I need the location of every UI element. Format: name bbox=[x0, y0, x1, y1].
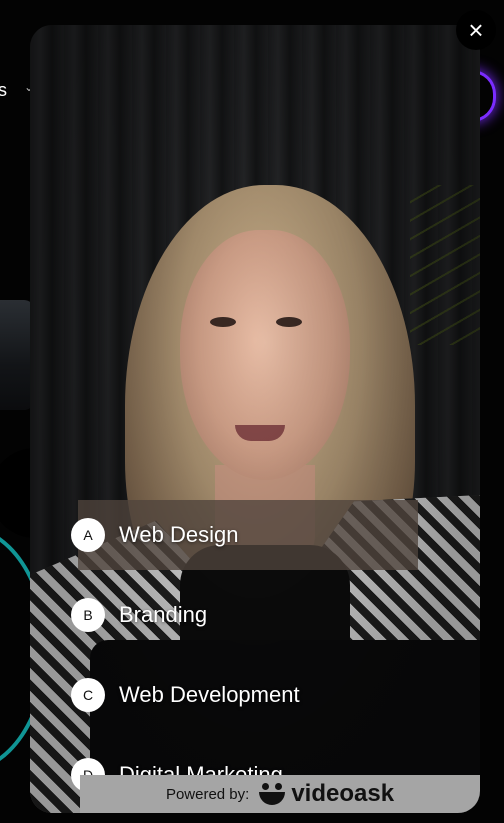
powered-by-label: Powered by: bbox=[165, 785, 250, 803]
choice-label: Web Development bbox=[119, 682, 300, 707]
powered-by-footer[interactable]: Powered by: videoask bbox=[80, 775, 480, 813]
choice-option-c[interactable]: C Web Development bbox=[30, 660, 480, 740]
choice-label: Branding bbox=[119, 602, 208, 627]
close-button[interactable]: × bbox=[456, 10, 496, 50]
choice-option-b[interactable]: B Branding bbox=[30, 580, 480, 660]
videoask-brand: videoask bbox=[259, 780, 394, 808]
choice-letter-badge: A bbox=[71, 518, 105, 552]
choice-option-a[interactable]: A Web Design bbox=[30, 500, 480, 580]
choice-letter-badge: B bbox=[71, 598, 105, 632]
close-icon: × bbox=[468, 14, 484, 45]
choice-list: A Web Design B Branding C Web Developmen… bbox=[30, 500, 480, 813]
background-nav-text: s bbox=[0, 80, 7, 100]
choice-label: Web Design bbox=[119, 522, 239, 547]
background-image bbox=[0, 300, 34, 410]
brand-name: videoask bbox=[291, 780, 395, 807]
choice-letter-badge: C bbox=[71, 678, 105, 712]
videoask-modal: A Web Design B Branding C Web Developmen… bbox=[30, 25, 480, 813]
videoask-logo-icon bbox=[259, 783, 286, 805]
